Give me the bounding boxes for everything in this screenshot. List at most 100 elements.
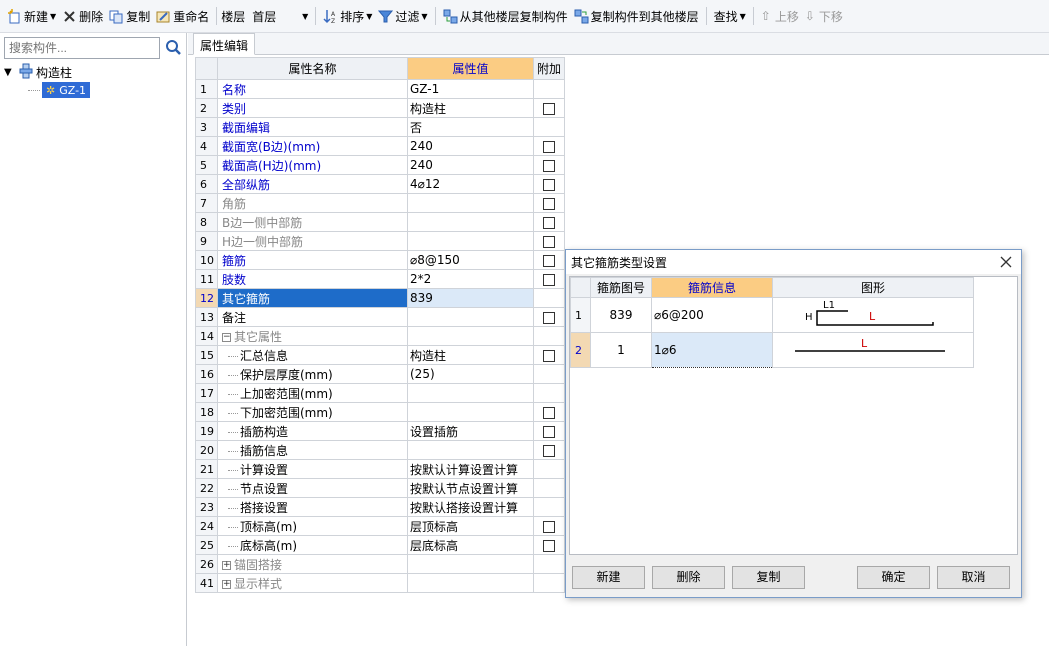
tree-node-root[interactable]: ▼ 构造柱	[4, 63, 90, 81]
col-header-info[interactable]: 箍筋信息	[651, 277, 773, 298]
cell-value[interactable]: 按默认节点设置计算	[407, 478, 534, 498]
copy-button[interactable]: 复制	[106, 5, 153, 27]
row-index[interactable]: 5	[195, 155, 218, 175]
cell-value[interactable]	[407, 231, 534, 251]
table-row[interactable]: 8 B边一侧中部筋	[195, 212, 565, 232]
cell-name[interactable]: 底标高(m)	[217, 535, 408, 555]
row-index[interactable]: 23	[195, 497, 218, 517]
cell-name[interactable]: 箍筋	[217, 250, 408, 270]
extra-checkbox[interactable]	[543, 444, 555, 457]
table-row[interactable]: 1 839 ⌀6@200 H L1 L	[570, 297, 974, 333]
row-index[interactable]: 11	[195, 269, 218, 289]
cell-value[interactable]	[407, 193, 534, 213]
table-row[interactable]: 3 截面编辑 否	[195, 117, 565, 137]
dialog-ok-button[interactable]: 确定	[857, 566, 930, 589]
dialog-delete-button[interactable]: 删除	[652, 566, 725, 589]
expand-icon[interactable]: +	[222, 579, 231, 589]
cell-value[interactable]	[407, 573, 534, 593]
table-row[interactable]: 17 上加密范围(mm)	[195, 383, 565, 403]
new-button[interactable]: 新建 ▼	[4, 5, 59, 27]
cell-shape-no[interactable]: 839	[590, 297, 652, 333]
cell-value[interactable]: 否	[407, 117, 534, 137]
move-up-button[interactable]: ⇧ 上移	[758, 5, 802, 27]
table-row[interactable]: 15 汇总信息 构造柱	[195, 345, 565, 365]
row-index[interactable]: 10	[195, 250, 218, 270]
row-index[interactable]: 6	[195, 174, 218, 194]
row-index[interactable]: 26	[195, 554, 218, 574]
extra-checkbox[interactable]	[543, 406, 555, 419]
cell-name[interactable]: 角筋	[217, 193, 408, 213]
table-row[interactable]: 4 截面宽(B边)(mm) 240	[195, 136, 565, 156]
search-input[interactable]	[4, 37, 160, 59]
row-index[interactable]: 41	[195, 573, 218, 593]
cell-name[interactable]: 插筋信息	[217, 440, 408, 460]
cell-value[interactable]: 设置插筋	[407, 421, 534, 441]
cell-value[interactable]: 构造柱	[407, 345, 534, 365]
rename-button[interactable]: 重命名	[153, 5, 212, 27]
cell-name[interactable]: + 显示样式	[217, 573, 408, 593]
cell-name[interactable]: 截面编辑	[217, 117, 408, 137]
tab-property-edit[interactable]: 属性编辑	[193, 33, 256, 55]
cell-name[interactable]: 名称	[217, 79, 408, 99]
col-header-figure[interactable]: 图形	[772, 277, 974, 298]
cell-name[interactable]: 汇总信息	[217, 345, 408, 365]
cell-name[interactable]: 其它箍筋	[217, 288, 408, 308]
delete-button[interactable]: 删除	[59, 5, 106, 27]
cell-value[interactable]: ⌀8@150	[407, 250, 534, 270]
row-index[interactable]: 22	[195, 478, 218, 498]
table-row[interactable]: 11 肢数 2*2	[195, 269, 565, 289]
table-row[interactable]: 12 其它箍筋 839	[195, 288, 565, 308]
row-index[interactable]: 8	[195, 212, 218, 232]
cell-value[interactable]: 2*2	[407, 269, 534, 289]
table-row[interactable]: 9 H边一侧中部筋	[195, 231, 565, 251]
tree-child-selected[interactable]: ✲ GZ-1	[42, 82, 91, 98]
cell-name[interactable]: 顶标高(m)	[217, 516, 408, 536]
copy-from-floor-button[interactable]: 从其他楼层复制构件	[440, 5, 571, 27]
table-row[interactable]: 14− 其它属性	[195, 326, 565, 346]
cell-value[interactable]	[407, 383, 534, 403]
cell-name[interactable]: + 锚固搭接	[217, 554, 408, 574]
search-button[interactable]	[162, 37, 184, 59]
cell-value[interactable]: (25)	[407, 364, 534, 384]
cell-name[interactable]: 搭接设置	[217, 497, 408, 517]
col-header-name[interactable]: 属性名称	[217, 57, 408, 80]
cell-name[interactable]: 截面宽(B边)(mm)	[217, 136, 408, 156]
table-row[interactable]: 16 保护层厚度(mm) (25)	[195, 364, 565, 384]
expand-icon[interactable]: +	[222, 560, 231, 570]
row-index[interactable]: 9	[195, 231, 218, 251]
cell-name[interactable]: 截面高(H边)(mm)	[217, 155, 408, 175]
cell-name[interactable]: H边一侧中部筋	[217, 231, 408, 251]
cell-name[interactable]: 全部纵筋	[217, 174, 408, 194]
table-row[interactable]: 10 箍筋 ⌀8@150	[195, 250, 565, 270]
table-row[interactable]: 2 1 1⌀6 L	[570, 332, 974, 368]
cell-name[interactable]: 上加密范围(mm)	[217, 383, 408, 403]
cell-value[interactable]	[407, 554, 534, 574]
row-index[interactable]: 17	[195, 383, 218, 403]
dialog-copy-button[interactable]: 复制	[732, 566, 805, 589]
extra-checkbox[interactable]	[543, 254, 555, 267]
cell-name[interactable]: 计算设置	[217, 459, 408, 479]
cell-value[interactable]	[407, 212, 534, 232]
collapse-icon[interactable]: −	[222, 332, 231, 342]
row-index[interactable]: 4	[195, 136, 218, 156]
extra-checkbox[interactable]	[543, 520, 555, 533]
cell-value[interactable]: 按默认计算设置计算	[407, 459, 534, 479]
row-index[interactable]: 2	[195, 98, 218, 118]
row-index[interactable]: 20	[195, 440, 218, 460]
extra-checkbox[interactable]	[543, 539, 555, 552]
find-button[interactable]: 查找 ▼	[711, 5, 749, 27]
extra-checkbox[interactable]	[543, 273, 555, 286]
cell-value[interactable]: GZ-1	[407, 79, 534, 99]
extra-checkbox[interactable]	[543, 235, 555, 248]
cell-info[interactable]: ⌀6@200	[651, 297, 773, 333]
extra-checkbox[interactable]	[543, 178, 555, 191]
dialog-titlebar[interactable]: 其它箍筋类型设置	[566, 250, 1021, 274]
table-row[interactable]: 7 角筋	[195, 193, 565, 213]
cell-value[interactable]: 240	[407, 136, 534, 156]
cell-value[interactable]: 839	[407, 288, 534, 308]
dialog-new-button[interactable]: 新建	[572, 566, 645, 589]
extra-checkbox[interactable]	[543, 140, 555, 153]
filter-button[interactable]: 过滤 ▼	[375, 5, 430, 27]
close-button[interactable]	[997, 253, 1015, 271]
cell-value[interactable]	[407, 440, 534, 460]
